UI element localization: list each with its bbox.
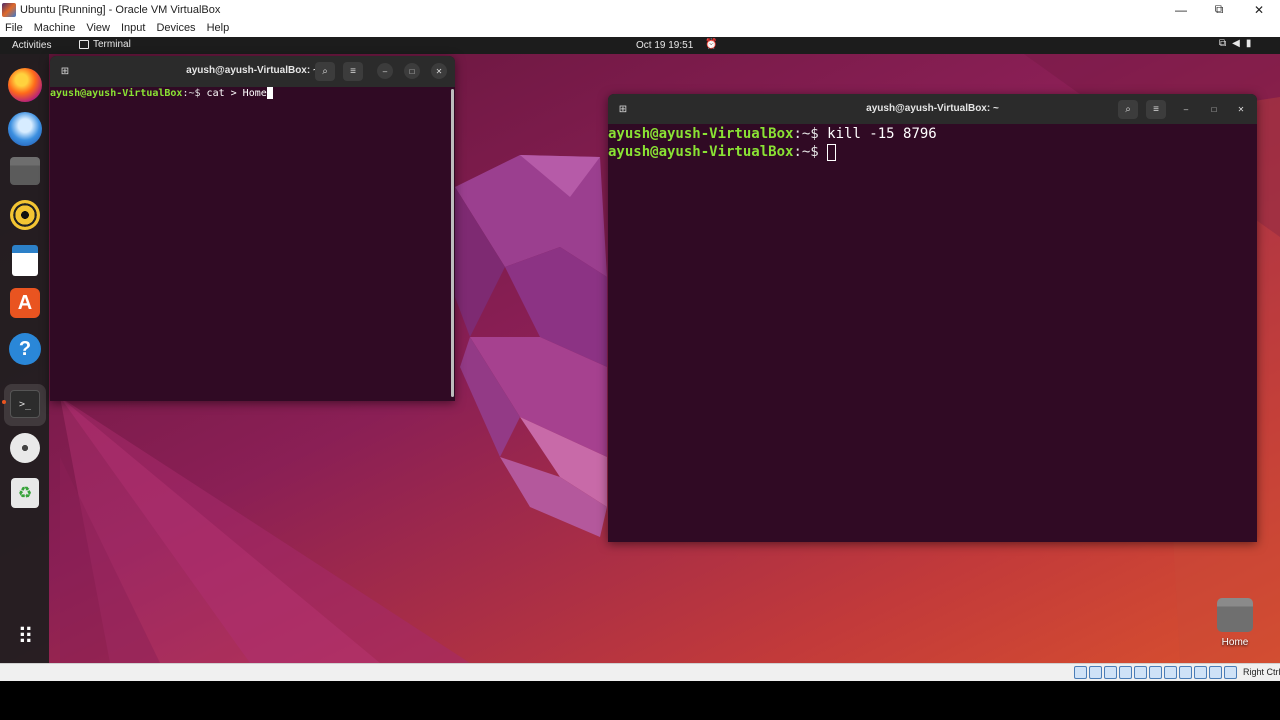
vbox-menubar: File Machine View Input Devices Help [0,19,1280,37]
desktop-home-label: Home [1221,637,1249,648]
display-icon[interactable] [1164,666,1177,679]
gnome-topbar: Activities Terminal Oct 19 19:51 ⏰ ⧉ ◀ ▮ [0,37,1280,54]
typed-command: kill -15 8796 [827,126,937,142]
terminal-line: ayush@ayush-VirtualBox:~$ kill -15 8796 [608,125,1257,143]
new-tab-icon[interactable]: ⊞ [613,100,633,119]
mouse-integration-icon[interactable] [1209,666,1222,679]
hamburger-menu-icon[interactable]: ≡ [1146,100,1166,119]
prompt-path: :~$ [793,144,828,160]
scrollbar[interactable] [451,89,454,397]
video-capture-icon[interactable] [1179,666,1192,679]
firefox-icon[interactable] [8,68,42,102]
files-icon[interactable] [10,157,40,185]
keyboard-icon[interactable] [1224,666,1237,679]
audio-icon[interactable] [1104,666,1117,679]
terminal-line: ayush@ayush-VirtualBox:~$ [608,143,1257,161]
hard-disk-icon[interactable] [1074,666,1087,679]
running-indicator [2,400,6,404]
shared-folders-icon[interactable] [1149,666,1162,679]
minimize-button[interactable]: — [1161,0,1201,19]
guest-screen: Activities Terminal Oct 19 19:51 ⏰ ⧉ ◀ ▮… [0,37,1280,663]
network-icon: ⧉ [1219,38,1227,49]
hamburger-menu-icon[interactable]: ≡ [343,62,363,81]
menu-file[interactable]: File [5,22,23,34]
terminal-icon [79,40,89,49]
text-cursor [266,87,273,99]
vbox-titlebar: Ubuntu [Running] - Oracle VM VirtualBox … [0,0,1280,19]
usb-icon[interactable] [1134,666,1147,679]
rhythmbox-icon[interactable] [10,200,40,230]
vbox-statusbar: Right Ctrl [0,663,1280,681]
home-folder-icon [1217,598,1253,632]
alarm-bell-icon[interactable]: ⏰ [705,39,717,50]
prompt-path: :~$ [793,126,828,142]
terminal-body[interactable]: ayush@ayush-VirtualBox:~$ kill -15 8796 … [608,124,1257,542]
app-menu[interactable]: Terminal [79,39,131,50]
terminal-dock-icon[interactable]: >_ [10,390,40,418]
app-center-icon[interactable]: A [10,288,40,318]
app-menu-label: Terminal [93,39,131,50]
terminal-window-right[interactable]: ⊞ ayush@ayush-VirtualBox: ~ ⌕ ≡ – □ ✕ ay… [608,94,1257,542]
typed-command: cat > Home [206,88,267,99]
prompt-user: ayush@ayush-VirtualBox [608,144,794,160]
maximize-icon[interactable]: □ [1206,101,1222,117]
close-icon[interactable]: ✕ [431,63,447,79]
help-icon[interactable]: ? [9,333,41,365]
desktop-home-shortcut[interactable]: Home [1213,598,1257,648]
restore-button[interactable]: ⧉ [1199,0,1239,19]
minimize-icon[interactable]: – [1178,101,1194,117]
trash-icon[interactable]: ♻ [11,478,39,508]
terminal-line: ayush@ayush-VirtualBox:~$ cat > Home [50,87,455,100]
vbox-device-icons [1074,666,1237,679]
letterbox-bottom [0,681,1280,720]
close-icon[interactable]: ✕ [1233,101,1249,117]
new-tab-icon[interactable]: ⊞ [55,62,75,81]
menu-help[interactable]: Help [207,22,230,34]
dock: A ? >_ ♻ ⠿ [0,54,49,663]
terminal-window-left[interactable]: ⊞ ayush@ayush-VirtualBox: ~ ⌕ ≡ – □ ✕ ay… [50,56,455,401]
menu-input[interactable]: Input [121,22,145,34]
vbox-window-title: Ubuntu [Running] - Oracle VM VirtualBox [20,3,221,16]
volume-icon: ◀ [1232,38,1240,49]
thunderbird-icon[interactable] [8,112,42,146]
search-icon[interactable]: ⌕ [1118,100,1138,119]
maximize-icon[interactable]: □ [404,63,420,79]
close-button[interactable]: ✕ [1239,0,1279,19]
network-adapter-icon[interactable] [1119,666,1132,679]
show-apps-icon[interactable]: ⠿ [8,620,42,654]
prompt-user: ayush@ayush-VirtualBox [608,126,794,142]
battery-icon: ▮ [1245,38,1252,49]
terminal-title: ayush@ayush-VirtualBox: ~ [186,65,319,76]
virtualbox-icon [2,2,16,17]
system-status-area[interactable]: ⧉ ◀ ▮ [1219,38,1251,49]
menu-view[interactable]: View [86,22,110,34]
optical-drive-icon[interactable] [1089,666,1102,679]
prompt-path: :~$ [182,88,207,99]
clock[interactable]: Oct 19 19:51 [636,40,693,51]
prompt-user: ayush@ayush-VirtualBox [50,88,183,99]
activities-button[interactable]: Activities [12,40,51,51]
libreoffice-writer-icon[interactable] [12,245,38,276]
terminal-headerbar[interactable]: ⊞ ayush@ayush-VirtualBox: ~ ⌕ ≡ – □ ✕ [50,56,455,87]
menu-devices[interactable]: Devices [156,22,195,34]
minimize-icon[interactable]: – [377,63,393,79]
terminal-body[interactable]: ayush@ayush-VirtualBox:~$ cat > Home [50,87,455,401]
search-icon[interactable]: ⌕ [315,62,335,81]
cpu-icon[interactable] [1194,666,1207,679]
terminal-headerbar[interactable]: ⊞ ayush@ayush-VirtualBox: ~ ⌕ ≡ – □ ✕ [608,94,1257,124]
host-key-label: Right Ctrl [1243,667,1280,677]
disc-icon[interactable] [10,433,40,463]
menu-machine[interactable]: Machine [34,22,76,34]
text-cursor [827,143,837,161]
